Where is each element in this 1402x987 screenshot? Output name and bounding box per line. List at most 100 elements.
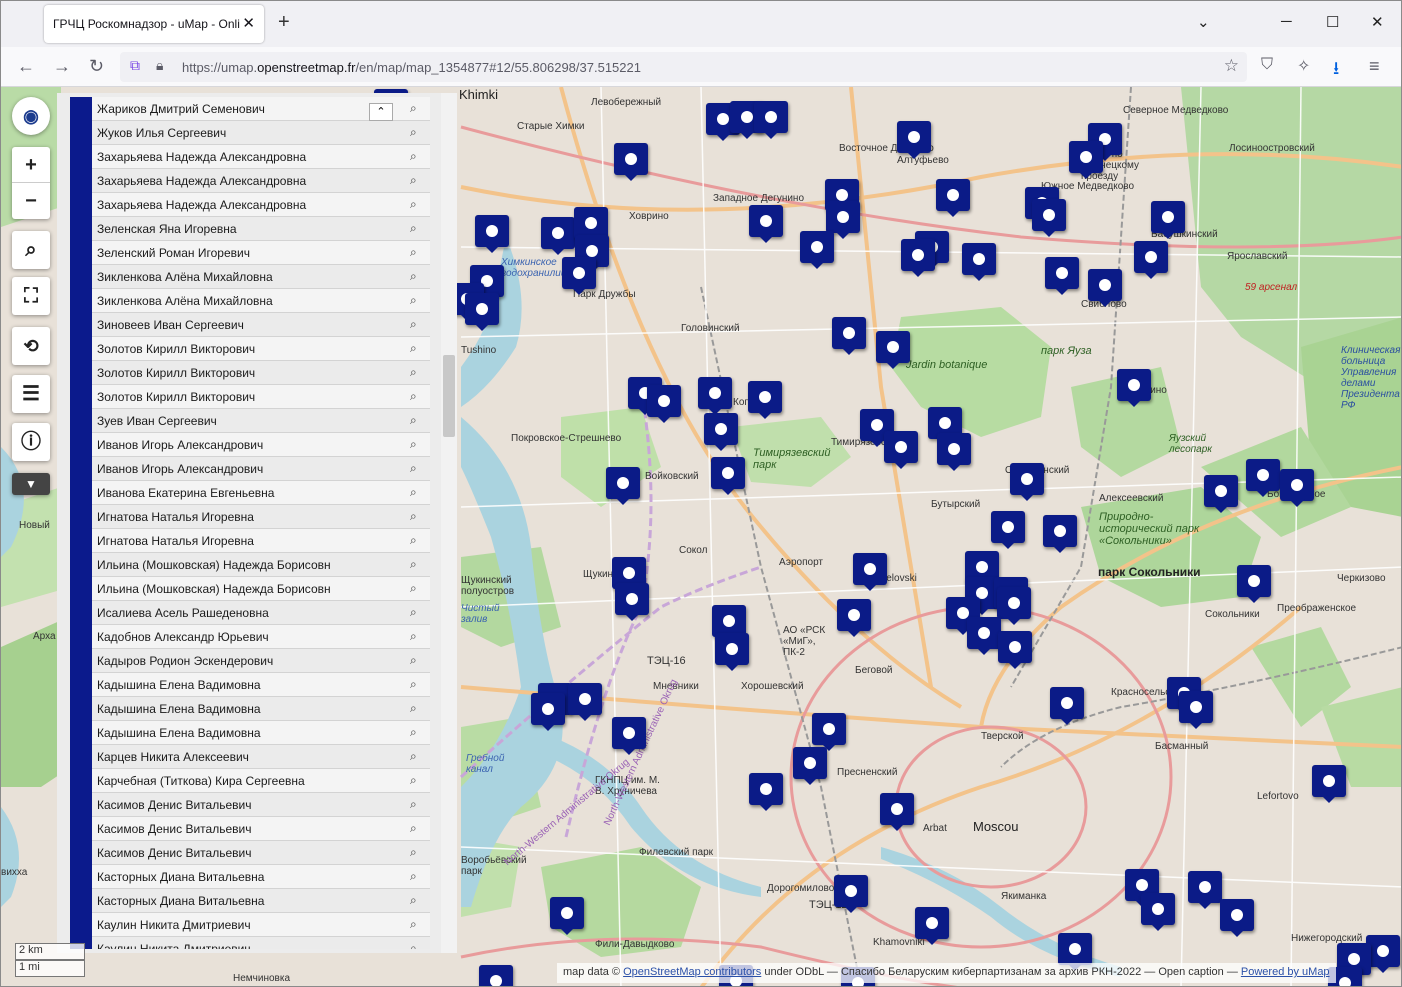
map-marker[interactable] <box>962 243 996 281</box>
zoom-to-feature-icon[interactable]: ⌕ <box>410 221 417 236</box>
zoom-to-feature-icon[interactable]: ⌕ <box>410 725 417 740</box>
map-marker[interactable] <box>711 457 745 495</box>
map-marker[interactable] <box>475 215 509 253</box>
map-marker[interactable] <box>1069 141 1103 179</box>
permissions-icon[interactable]: ⧉ <box>130 57 140 74</box>
zoom-to-feature-icon[interactable]: ⌕ <box>410 677 417 692</box>
zoom-to-feature-icon[interactable]: ⌕ <box>410 341 417 356</box>
zoom-to-feature-icon[interactable]: ⌕ <box>410 821 417 836</box>
layers-button[interactable]: ☰ <box>12 375 50 413</box>
address-bar[interactable]: ⧉ 🔒︎ https://umap.openstreetmap.fr/en/ma… <box>120 52 1247 82</box>
scroll-up-button[interactable]: ⌃ <box>369 103 393 121</box>
zoom-to-feature-icon[interactable]: ⌕ <box>410 245 417 260</box>
map-marker[interactable] <box>1134 241 1168 279</box>
feature-list-item[interactable]: Исалиева Асель Рашеденовна ⌕ <box>70 601 430 625</box>
lock-icon[interactable]: 🔒︎ <box>156 57 163 74</box>
map-marker[interactable] <box>465 293 499 331</box>
map-marker[interactable] <box>1032 199 1066 237</box>
menu-icon[interactable]: ≡ <box>1369 56 1380 77</box>
share-button[interactable]: ⟲ <box>12 327 50 365</box>
map-marker[interactable] <box>915 907 949 945</box>
map-marker[interactable] <box>754 101 788 139</box>
feature-list-item[interactable]: Касимов Денис Витальевич ⌕ <box>70 841 430 865</box>
zoom-to-feature-icon[interactable]: ⌕ <box>410 845 417 860</box>
map-marker[interactable] <box>998 631 1032 669</box>
map-marker[interactable] <box>1050 687 1084 725</box>
map-marker[interactable] <box>606 467 640 505</box>
map-marker[interactable] <box>550 897 584 935</box>
zoom-to-feature-icon[interactable]: ⌕ <box>410 317 417 332</box>
map-marker[interactable] <box>876 331 910 369</box>
map-marker[interactable] <box>1204 475 1238 513</box>
map-marker[interactable] <box>1043 515 1077 553</box>
zoom-to-feature-icon[interactable]: ⌕ <box>410 749 417 764</box>
download-icon[interactable]: ⭳ <box>1333 56 1339 86</box>
feature-list-item[interactable]: Карчебная (Титкова) Кира Сергеевна ⌕ <box>70 769 430 793</box>
feature-list-item[interactable]: Иванов Игорь Александрович ⌕ <box>70 457 430 481</box>
feature-list-item[interactable]: Зиновеев Иван Сергеевич ⌕ <box>70 313 430 337</box>
back-icon[interactable]: ← <box>17 56 35 77</box>
map-marker[interactable] <box>897 121 931 159</box>
map-marker[interactable] <box>704 413 738 451</box>
map-marker[interactable] <box>479 965 513 986</box>
zoom-to-feature-icon[interactable]: ⌕ <box>410 413 417 428</box>
map-marker[interactable] <box>1220 899 1254 937</box>
zoom-to-feature-icon[interactable]: ⌕ <box>410 773 417 788</box>
zoom-to-feature-icon[interactable]: ⌕ <box>410 485 417 500</box>
new-tab-button[interactable]: + <box>278 11 290 34</box>
reload-icon[interactable]: ↻ <box>89 56 104 77</box>
zoom-to-feature-icon[interactable]: ⌕ <box>410 797 417 812</box>
zoom-to-feature-icon[interactable]: ⌕ <box>410 173 417 188</box>
map-marker[interactable] <box>880 793 914 831</box>
osm-link[interactable]: OpenStreetMap contributors <box>623 966 761 978</box>
zoom-to-feature-icon[interactable]: ⌕ <box>410 533 417 548</box>
close-tab-icon[interactable]: ✕ <box>242 14 255 32</box>
feature-list-item[interactable]: Иванов Игорь Александрович ⌕ <box>70 433 430 457</box>
shield-icon[interactable]: ⛉ <box>1261 56 1273 74</box>
map-marker[interactable] <box>1117 369 1151 407</box>
zoom-to-feature-icon[interactable]: ⌕ <box>410 389 417 404</box>
map-marker[interactable] <box>1312 765 1346 803</box>
zoom-to-feature-icon[interactable]: ⌕ <box>410 653 417 668</box>
info-button[interactable]: ⓘ <box>12 423 50 461</box>
map-marker[interactable] <box>834 875 868 913</box>
feature-list-item[interactable]: Захарьяева Надежда Александровна ⌕ <box>70 193 430 217</box>
feature-list-item[interactable]: Захарьяева Надежда Александровна ⌕ <box>70 169 430 193</box>
zoom-to-feature-icon[interactable]: ⌕ <box>410 941 417 949</box>
feature-list-item[interactable]: Захарьяева Надежда Александровна ⌕ <box>70 145 430 169</box>
zoom-to-feature-icon[interactable]: ⌕ <box>410 149 417 164</box>
extensions-icon[interactable]: ✧ <box>1297 56 1310 76</box>
feature-list-item[interactable]: Кадобнов Александр Юрьевич ⌕ <box>70 625 430 649</box>
map-marker[interactable] <box>531 693 565 731</box>
feature-list-item[interactable]: Игнатова Наталья Игоревна ⌕ <box>70 505 430 529</box>
zoom-to-feature-icon[interactable]: ⌕ <box>410 629 417 644</box>
map-marker[interactable] <box>647 385 681 423</box>
map-marker[interactable] <box>562 257 596 295</box>
feature-list-item[interactable]: Ильина (Мошковская) Надежда Борисовн ⌕ <box>70 577 430 601</box>
feature-list-item[interactable]: Зеленский Роман Игоревич ⌕ <box>70 241 430 265</box>
map-marker[interactable] <box>853 553 887 591</box>
zoom-to-feature-icon[interactable]: ⌕ <box>410 869 417 884</box>
map-marker[interactable] <box>832 317 866 355</box>
url-text[interactable]: https://umap.openstreetmap.fr/en/map/map… <box>182 60 641 75</box>
scrollbar-thumb[interactable] <box>443 355 455 437</box>
zoom-out-icon[interactable]: − <box>12 183 50 219</box>
feature-list-item[interactable]: Кадышина Елена Вадимовна ⌕ <box>70 721 430 745</box>
map-marker[interactable] <box>1179 691 1213 729</box>
zoom-to-feature-icon[interactable]: ⌕ <box>410 701 417 716</box>
map-marker[interactable] <box>1237 565 1271 603</box>
map-marker[interactable] <box>1366 935 1400 973</box>
zoom-to-feature-icon[interactable]: ⌕ <box>410 605 417 620</box>
map-marker[interactable] <box>615 583 649 621</box>
map-marker[interactable] <box>812 713 846 751</box>
zoom-to-feature-icon[interactable]: ⌕ <box>410 893 417 908</box>
feature-list-item[interactable]: Касторных Диана Витальевна ⌕ <box>70 889 430 913</box>
feature-list-item[interactable]: Зуев Иван Сергеевич ⌕ <box>70 409 430 433</box>
map-marker[interactable] <box>1246 459 1280 497</box>
forward-icon[interactable]: → <box>53 56 71 77</box>
zoom-to-feature-icon[interactable]: ⌕ <box>410 509 417 524</box>
map-marker[interactable] <box>837 599 871 637</box>
map-marker[interactable] <box>715 633 749 671</box>
browser-tab[interactable]: ГРЧЦ Роскомнадзор - uMap - Onli ✕ <box>44 5 264 43</box>
feature-list-item[interactable]: Игнатова Наталья Игоревна ⌕ <box>70 529 430 553</box>
